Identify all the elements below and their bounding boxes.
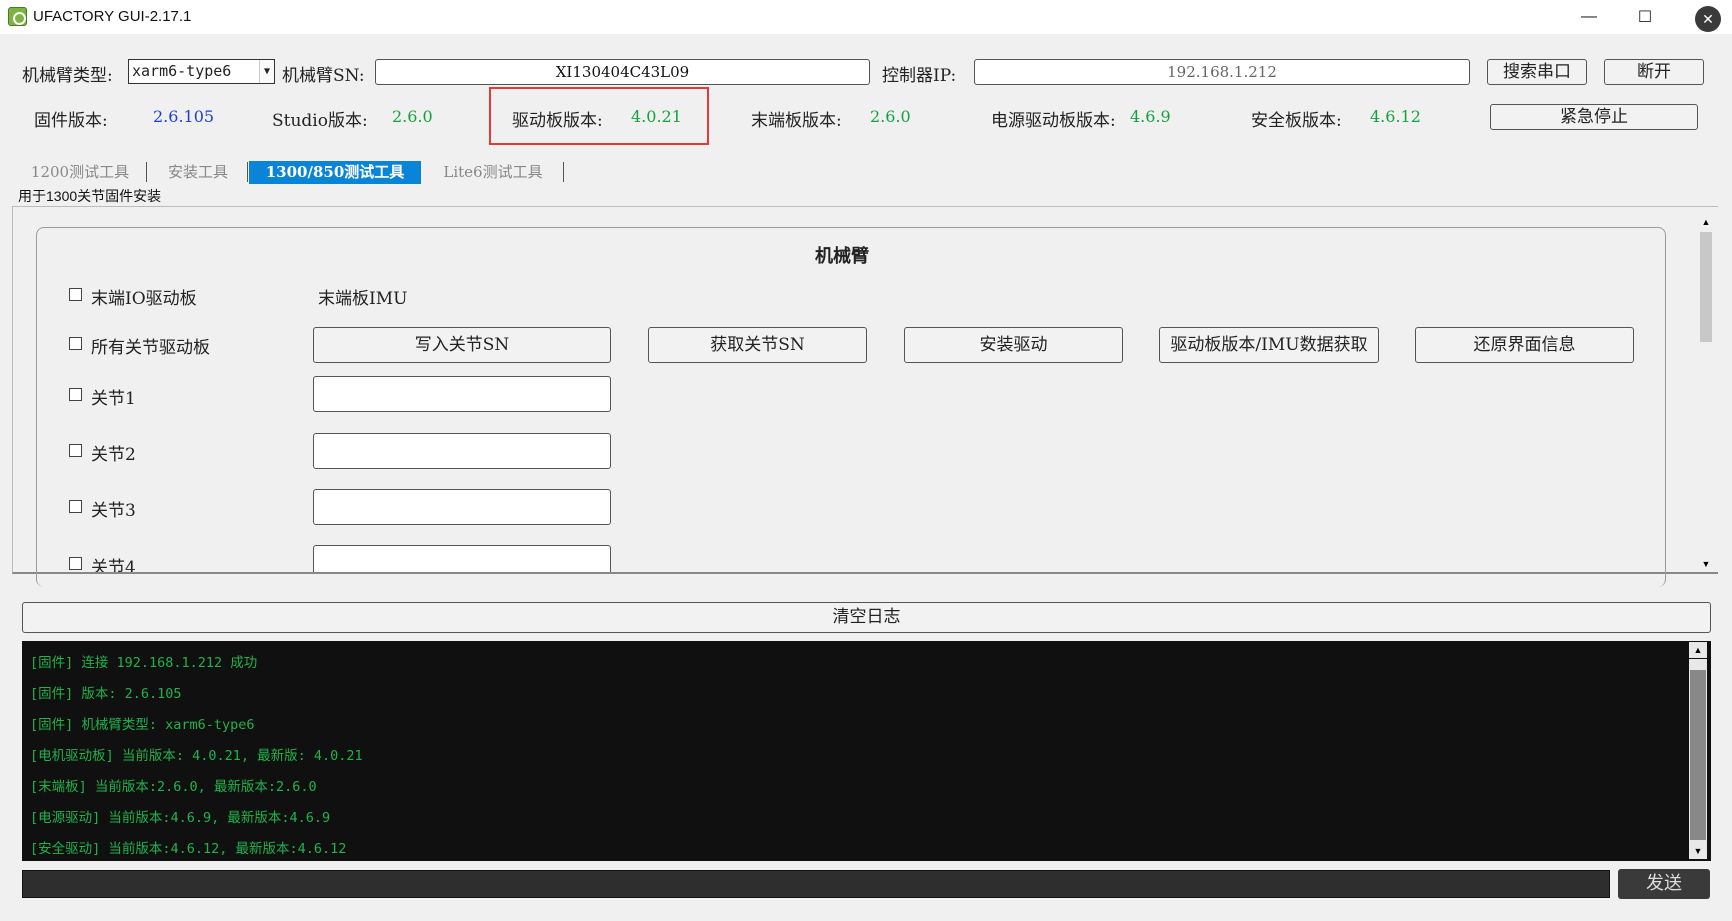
arm-type-label: 机械臂类型: (22, 66, 113, 86)
title-bar (0, 0, 1732, 34)
disconnect-button[interactable]: 断开 (1604, 59, 1704, 85)
controller-ip-label: 控制器IP: (882, 66, 957, 86)
log-line: [电机驱动板] 当前版本: 4.0.21, 最新版: 4.0.21 (30, 748, 363, 764)
log-output: [固件] 连接 192.168.1.212 成功 [固件] 版本: 2.6.10… (22, 641, 1687, 861)
arm-group-box (36, 227, 1666, 587)
joint3-label: 关节3 (91, 501, 136, 521)
joint1-checkbox[interactable] (69, 388, 82, 401)
joint3-checkbox[interactable] (69, 500, 82, 513)
log-line: [电源驱动] 当前版本:4.6.9, 最新版本:4.6.9 (30, 810, 331, 826)
joint1-label: 关节1 (91, 389, 136, 409)
firmware-version-value: 2.6.105 (153, 107, 215, 126)
power-version-value: 4.6.9 (1130, 107, 1171, 126)
restore-ui-button[interactable]: 还原界面信息 (1415, 327, 1634, 363)
chevron-down-icon[interactable]: ▼ (259, 60, 274, 83)
arm-sn-label: 机械臂SN: (282, 66, 365, 86)
log-line: [固件] 版本: 2.6.105 (30, 686, 182, 702)
safety-version-value: 4.6.12 (1370, 107, 1421, 126)
send-button[interactable]: 发送 (1618, 869, 1710, 899)
group-title: 机械臂 (815, 246, 869, 267)
safety-version-label: 安全板版本: (1251, 111, 1342, 131)
controller-ip-field[interactable]: 192.168.1.212 (974, 59, 1470, 85)
tab-separator (247, 162, 248, 182)
all-joints-checkbox[interactable] (69, 337, 82, 350)
log-line: [固件] 机械臂类型: xarm6-type6 (30, 717, 255, 733)
minimize-icon[interactable]: — (1566, 0, 1612, 34)
joint2-sn-input[interactable] (313, 433, 611, 469)
all-joints-label: 所有关节驱动板 (91, 338, 210, 358)
panel-clip: 关节4 (13, 540, 1695, 572)
command-input[interactable] (22, 870, 1610, 898)
log-line: [安全驱动] 当前版本:4.6.12, 最新版本:4.6.12 (30, 841, 347, 857)
driver-imu-button[interactable]: 驱动板版本/IMU数据获取 (1159, 327, 1379, 363)
arm-type-value: xarm6-type6 (132, 62, 232, 80)
firmware-version-label: 固件版本: (34, 111, 108, 131)
log-scroll-up-icon[interactable]: ▲ (1689, 642, 1707, 658)
scroll-down-icon[interactable]: ▼ (1697, 556, 1715, 572)
joint3-sn-input[interactable] (313, 489, 611, 525)
tab-install[interactable]: 安装工具 (152, 161, 244, 184)
get-joint-sn-button[interactable]: 获取关节SN (648, 327, 867, 363)
search-port-button[interactable]: 搜索串口 (1487, 59, 1587, 85)
joint4-sn-input[interactable] (313, 545, 611, 572)
emergency-stop-button[interactable]: 紧急停止 (1490, 104, 1698, 130)
tab-description: 用于1300关节固件安装 (18, 188, 162, 204)
joint4-label: 关节4 (91, 558, 136, 572)
studio-version-value: 2.6.0 (392, 107, 433, 126)
tab-lite6-test[interactable]: Lite6测试工具 (428, 161, 558, 184)
joint2-checkbox[interactable] (69, 444, 82, 457)
end-imu-label: 末端板IMU (318, 289, 408, 309)
end-version-label: 末端板版本: (751, 111, 842, 131)
app-icon (8, 7, 27, 26)
window-title: UFACTORY GUI-2.17.1 (33, 8, 192, 25)
maximize-icon[interactable]: ☐ (1622, 0, 1668, 34)
joint2-label: 关节2 (91, 445, 136, 465)
log-scroll-down-icon[interactable]: ▼ (1689, 843, 1707, 859)
panel-scrollbar-thumb[interactable] (1700, 232, 1712, 342)
arm-sn-field[interactable]: XI130404C43L09 (375, 59, 870, 85)
joint4-checkbox[interactable] (69, 557, 82, 570)
tab-separator (146, 162, 147, 182)
power-version-label: 电源驱动板版本: (991, 111, 1116, 131)
end-io-label: 末端IO驱动板 (91, 289, 197, 309)
studio-version-label: Studio版本: (272, 111, 368, 131)
log-scrollbar-thumb[interactable] (1690, 670, 1706, 840)
joint1-sn-input[interactable] (313, 376, 611, 412)
end-version-value: 2.6.0 (870, 107, 911, 126)
write-joint-sn-button[interactable]: 写入关节SN (313, 327, 611, 363)
tab-1300-850-test[interactable]: 1300/850测试工具 (249, 161, 421, 184)
tab-separator (563, 162, 564, 182)
highlight-box (489, 87, 709, 145)
arm-type-select[interactable]: xarm6-type6 ▼ (128, 59, 275, 84)
install-driver-button[interactable]: 安装驱动 (904, 327, 1123, 363)
log-line: [末端板] 当前版本:2.6.0, 最新版本:2.6.0 (30, 779, 317, 795)
log-line: [固件] 连接 192.168.1.212 成功 (30, 655, 258, 671)
scroll-up-icon[interactable]: ▲ (1697, 214, 1715, 230)
close-icon[interactable]: ✕ (1695, 6, 1721, 32)
tab-1200-test[interactable]: 1200测试工具 (18, 161, 142, 184)
end-io-checkbox[interactable] (69, 288, 82, 301)
clear-log-button[interactable]: 清空日志 (22, 602, 1711, 633)
